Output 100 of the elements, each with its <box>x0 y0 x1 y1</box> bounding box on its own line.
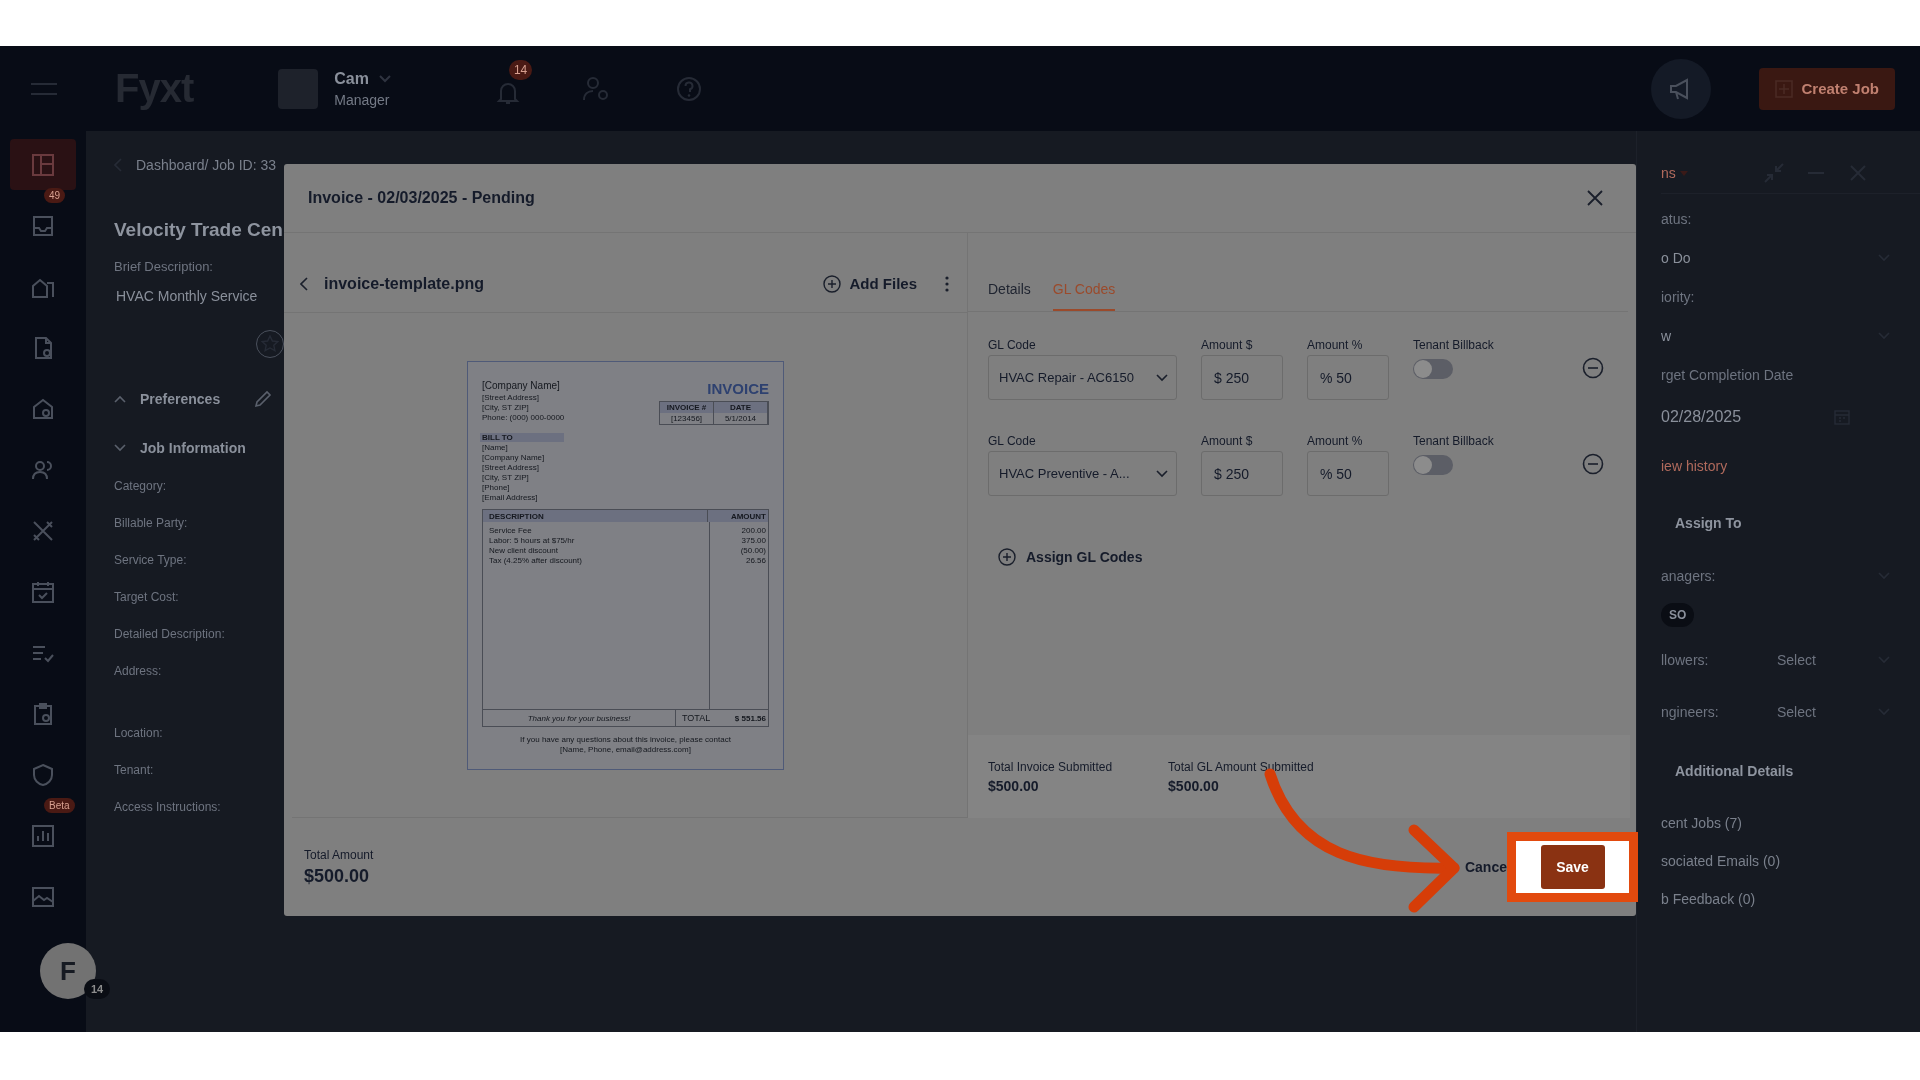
section-title: Additional Details <box>1674 763 1794 779</box>
total-value: $500.00 <box>988 777 1040 794</box>
total-label: Total Amount <box>304 847 374 862</box>
menu-icon[interactable] <box>30 81 58 96</box>
field-label: Amount % <box>1307 434 1364 450</box>
assign-gl-codes-button[interactable]: Assign GL Codes <box>988 548 1143 566</box>
percent-field[interactable]: % 50 <box>1307 451 1389 496</box>
document-text: [Phone] <box>482 483 511 493</box>
field-label: Billable Party: <box>114 516 188 530</box>
field-label: Brief Description: <box>114 259 213 274</box>
field-label: iority: <box>1661 289 1695 305</box>
percent-field[interactable]: % 50 <box>1307 355 1389 400</box>
job-title: Velocity Trade Cen <box>114 219 283 241</box>
field-label: Address: <box>114 664 162 678</box>
table-cell-text: $ 551.56 <box>733 713 767 723</box>
field-label: Target Cost: <box>114 590 179 604</box>
tools-icon <box>31 518 55 543</box>
select-value[interactable]: w <box>1661 328 1672 344</box>
section-title[interactable]: Preferences <box>140 391 221 407</box>
total-value: $500.00 <box>1168 777 1220 794</box>
field-label: GL Code <box>988 338 1037 354</box>
user-settings-icon[interactable] <box>581 75 610 102</box>
remove-icon[interactable] <box>1581 453 1604 475</box>
document-text: [Name, Phone, email@address.com] <box>560 745 691 755</box>
select-placeholder[interactable]: Select <box>1777 704 1816 720</box>
save-button[interactable]: Save <box>1540 845 1605 889</box>
related-link[interactable]: sociated Emails (0) <box>1661 853 1781 869</box>
table-cell-text: Service Fee <box>489 526 533 536</box>
user-chip[interactable]: SO <box>1661 603 1695 627</box>
caret-icon[interactable] <box>378 74 391 83</box>
clipboard-icon <box>31 701 55 726</box>
field-label: Category: <box>114 479 167 493</box>
related-link[interactable]: cent Jobs (7) <box>1661 815 1742 831</box>
table-cell-text: Tax (4.25% after discount) <box>489 556 583 566</box>
user-name[interactable]: Cam <box>334 69 369 88</box>
field-label: rget Completion Date <box>1661 367 1794 383</box>
plus-circle-icon <box>998 548 1016 566</box>
field-label: Amount $ <box>1201 338 1254 354</box>
field-label: Access Instructions: <box>114 800 221 814</box>
field-label: Amount % <box>1307 338 1364 354</box>
field-label: Tenant Billback <box>1413 434 1494 450</box>
date-value[interactable]: 02/28/2025 <box>1661 408 1742 426</box>
count-badge: 14 <box>84 979 111 999</box>
help-icon[interactable] <box>675 75 702 102</box>
table-cell-text: Labor: 5 hours at $75/hr <box>489 536 576 546</box>
field-label: Service Type: <box>114 553 187 567</box>
document-text: Phone: (000) 000-0000 <box>482 413 565 423</box>
close-icon[interactable] <box>1586 189 1604 207</box>
table-cell: 5/1/2014 <box>714 413 768 424</box>
tab[interactable]: Details <box>988 281 1031 311</box>
remove-icon[interactable] <box>1581 357 1604 379</box>
back-icon[interactable] <box>300 276 308 291</box>
chevron-down-icon[interactable] <box>114 444 126 452</box>
history-link[interactable]: iew history <box>1661 458 1728 474</box>
notification-badge: 14 <box>508 59 533 80</box>
dialog-title: Invoice - 02/03/2025 - Pending <box>308 189 535 207</box>
field-label: Detailed Description: <box>114 627 225 641</box>
billback-toggle[interactable] <box>1413 359 1453 379</box>
table-header: DATE <box>714 402 768 413</box>
table-cell: [123456] <box>660 413 714 424</box>
add-files-button[interactable]: Add Files <box>823 274 917 293</box>
inbox-icon <box>31 213 55 238</box>
document-text: [Company Name] <box>482 380 560 391</box>
dashboard-icon <box>31 152 55 177</box>
shield-icon <box>31 762 55 787</box>
section-title[interactable]: Job Information <box>140 440 246 456</box>
amount-field[interactable]: $ 250 <box>1201 451 1283 496</box>
star-icon <box>261 335 279 353</box>
select-value[interactable]: o Do <box>1661 250 1691 266</box>
gl-code-select[interactable]: HVAC Preventive - A... <box>988 451 1177 496</box>
related-link[interactable]: b Feedback (0) <box>1661 891 1756 907</box>
create-job-button[interactable]: Create Job <box>1759 67 1895 110</box>
breadcrumb[interactable]: Dashboard/ Job ID: 33 <box>136 157 277 173</box>
gl-code-select[interactable]: HVAC Repair - AC6150 <box>988 355 1177 400</box>
document-text: [Company Name] <box>482 453 546 463</box>
chevron-down-icon <box>1156 373 1168 382</box>
billback-toggle[interactable] <box>1413 455 1453 475</box>
more-icon[interactable] <box>945 275 949 292</box>
field-label: Tenant Billback <box>1413 338 1494 354</box>
document-text: [Street Address] <box>482 393 539 403</box>
field-label: GL Code <box>988 434 1037 450</box>
total-label: Total Invoice Submitted <box>988 759 1113 774</box>
file-name: invoice-template.png <box>324 274 485 293</box>
calendar-icon <box>31 579 55 604</box>
table-cell-text: TOTAL <box>681 713 712 723</box>
table-cell-text: New client discount <box>489 546 559 556</box>
table-cell: 200.00 <box>741 526 766 536</box>
chevron-up-icon[interactable] <box>114 395 126 403</box>
field-label: ngineers: <box>1661 704 1720 720</box>
document-text: [Name] <box>482 443 509 453</box>
sidebar-item[interactable] <box>10 139 76 190</box>
caret-icon[interactable] <box>1679 170 1688 176</box>
house-icon <box>31 396 55 421</box>
cancel-button[interactable]: Cance <box>1464 859 1507 875</box>
user-role: Manager <box>334 91 391 108</box>
amount-field[interactable]: $ 250 <box>1201 355 1283 400</box>
pencil-icon[interactable] <box>254 390 273 408</box>
table-header: INVOICE # <box>660 402 714 413</box>
actions-menu[interactable]: ns <box>1661 165 1676 181</box>
select-placeholder[interactable]: Select <box>1777 652 1816 668</box>
